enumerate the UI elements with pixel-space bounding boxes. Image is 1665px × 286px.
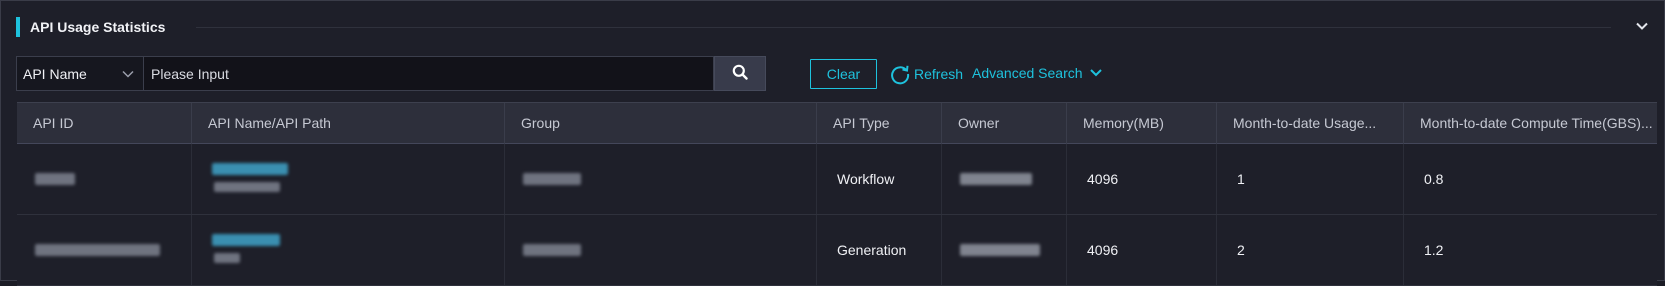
search-input[interactable] (144, 56, 714, 91)
usage-value: 1 (1237, 171, 1245, 187)
cell-api-type: Generation (816, 215, 941, 285)
redacted-text (523, 244, 581, 256)
redacted-text (214, 182, 280, 192)
table-header: API ID API Name/API Path Group API Type … (17, 102, 1657, 144)
redacted-text (214, 253, 240, 263)
memory-value: 4096 (1087, 171, 1119, 187)
redacted-text (35, 244, 160, 256)
usage-table: API ID API Name/API Path Group API Type … (17, 102, 1657, 286)
cell-group (504, 215, 816, 285)
clear-button[interactable]: Clear (810, 59, 877, 89)
usage-value: 2 (1237, 242, 1245, 258)
api-type-value: Workflow (837, 171, 895, 187)
redacted-text (960, 173, 1032, 185)
search-icon (732, 64, 748, 83)
refresh-button[interactable]: Refresh (889, 62, 963, 86)
compute-value: 0.8 (1424, 171, 1444, 187)
divider (196, 27, 1611, 28)
chevron-down-icon[interactable] (1633, 17, 1651, 35)
redacted-text (523, 173, 581, 185)
cell-api-type: Workflow (816, 144, 941, 214)
search-button[interactable] (714, 56, 766, 91)
compute-value: 1.2 (1424, 242, 1444, 258)
memory-value: 4096 (1087, 242, 1119, 258)
section-header: API Usage Statistics (16, 17, 1651, 37)
column-header-month-usage[interactable]: Month-to-date Usage... (1216, 103, 1403, 144)
cell-group (504, 144, 816, 214)
api-type-value: Generation (837, 242, 907, 258)
redacted-text (35, 173, 75, 185)
advanced-search-toggle[interactable]: Advanced Search (972, 65, 1103, 81)
column-header-owner[interactable]: Owner (941, 103, 1066, 144)
search-field-select[interactable]: API Name (16, 56, 144, 91)
refresh-label: Refresh (914, 66, 964, 82)
section-title: API Usage Statistics (30, 19, 166, 35)
api-usage-panel: API Usage Statistics API Name Clear Refr… (0, 0, 1665, 286)
cell-api-id (17, 144, 191, 214)
advanced-search-label: Advanced Search (972, 65, 1083, 81)
column-header-group[interactable]: Group (504, 103, 816, 144)
chevron-down-icon (121, 67, 135, 81)
cell-api-id (17, 215, 191, 285)
redacted-link[interactable] (212, 234, 280, 246)
cell-api-name (191, 144, 504, 214)
redacted-link[interactable] (212, 163, 288, 175)
column-header-compute-time[interactable]: Month-to-date Compute Time(GBS)... (1403, 103, 1657, 144)
refresh-icon (891, 65, 910, 85)
cell-month-usage: 1 (1216, 144, 1403, 214)
cell-api-name (191, 215, 504, 285)
cell-compute-time: 1.2 (1403, 215, 1657, 285)
cell-owner (941, 144, 1066, 214)
cell-owner (941, 215, 1066, 285)
accent-bar (16, 17, 20, 37)
chevron-down-icon (1089, 69, 1102, 77)
redacted-text (960, 244, 1040, 256)
table-row[interactable]: Workflow 4096 1 0.8 (17, 144, 1657, 215)
cell-compute-time: 0.8 (1403, 144, 1657, 214)
cell-memory: 4096 (1066, 144, 1216, 214)
search-field-value: API Name (23, 66, 87, 82)
column-header-api-type[interactable]: API Type (816, 103, 941, 144)
column-header-memory[interactable]: Memory(MB) (1066, 103, 1216, 144)
cell-memory: 4096 (1066, 215, 1216, 285)
cell-month-usage: 2 (1216, 215, 1403, 285)
column-header-api-name[interactable]: API Name/API Path (191, 103, 504, 144)
table-row[interactable]: Generation 4096 2 1.2 (17, 215, 1657, 286)
column-header-api-id[interactable]: API ID (17, 103, 191, 144)
